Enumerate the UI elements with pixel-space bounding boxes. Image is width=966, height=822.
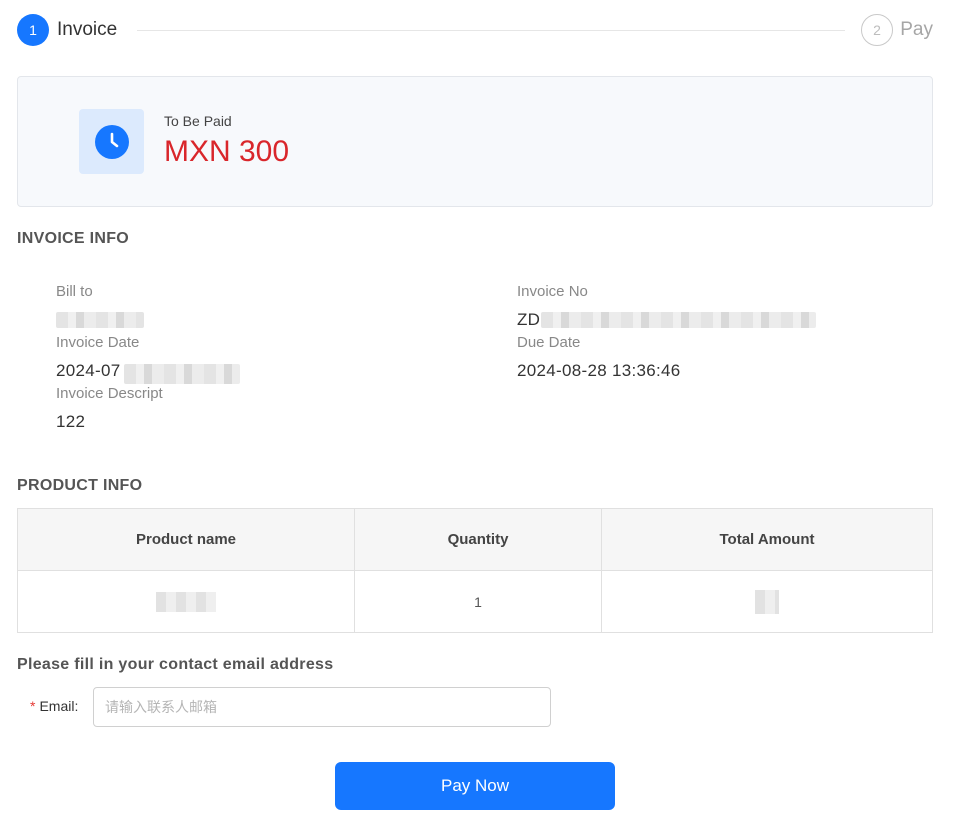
due-date-value: 2024-08-28 13:36:46: [517, 361, 681, 380]
step-pay-number: 2: [861, 14, 893, 46]
product-name-cell: [17, 570, 355, 633]
step-invoice-number: 1: [17, 14, 49, 46]
redacted-invoice-date: [124, 364, 240, 384]
due-date-label: Due Date: [517, 334, 581, 351]
total-amount-cell: [601, 570, 933, 633]
steps-bar: 1 Invoice 2 Pay: [17, 14, 933, 46]
column-header-total-amount: Total Amount: [601, 508, 933, 571]
email-input[interactable]: [93, 687, 551, 727]
email-label-colon: :: [74, 698, 79, 714]
redacted-bill-to: [56, 312, 144, 328]
product-info-title: PRODUCT INFO: [17, 477, 143, 494]
bill-to-label: Bill to: [56, 283, 93, 300]
clock-icon-box: [79, 109, 144, 174]
redacted-product-name: [156, 591, 216, 612]
contact-email-title: Please fill in your contact email addres…: [17, 656, 334, 673]
payment-summary-card: To Be Paid MXN 300: [17, 76, 933, 207]
table-row: 1: [17, 570, 933, 633]
invoice-date-value: 2024-07: [56, 361, 121, 380]
invoice-date-label: Invoice Date: [56, 334, 140, 351]
step-connector-line: [137, 30, 845, 31]
column-header-quantity: Quantity: [354, 508, 602, 571]
redacted-invoice-no: [541, 312, 816, 328]
step-invoice-label: Invoice: [57, 19, 118, 40]
redacted-total-amount: [755, 589, 779, 614]
invoice-no-value: ZD: [517, 310, 541, 329]
description-label: Invoice Descript: [56, 385, 163, 402]
table-header-row: Product name Quantity Total Amount: [17, 508, 933, 571]
step-pay-label: Pay: [900, 19, 933, 40]
clock-icon: [94, 124, 129, 159]
column-header-product-name: Product name: [17, 508, 355, 571]
product-table: Product name Quantity Total Amount 1: [17, 508, 933, 633]
description-value: 122: [56, 412, 86, 431]
invoice-info-title: INVOICE INFO: [17, 230, 130, 247]
email-field-label: * Email:: [30, 698, 78, 714]
quantity-cell: 1: [354, 570, 602, 633]
invoice-no-label: Invoice No: [517, 283, 588, 300]
required-mark: *: [30, 698, 36, 714]
pay-now-button[interactable]: Pay Now: [335, 762, 615, 810]
amount-due: MXN 300: [164, 135, 290, 168]
status-label: To Be Paid: [164, 113, 232, 129]
email-label-text: Email: [39, 698, 75, 714]
